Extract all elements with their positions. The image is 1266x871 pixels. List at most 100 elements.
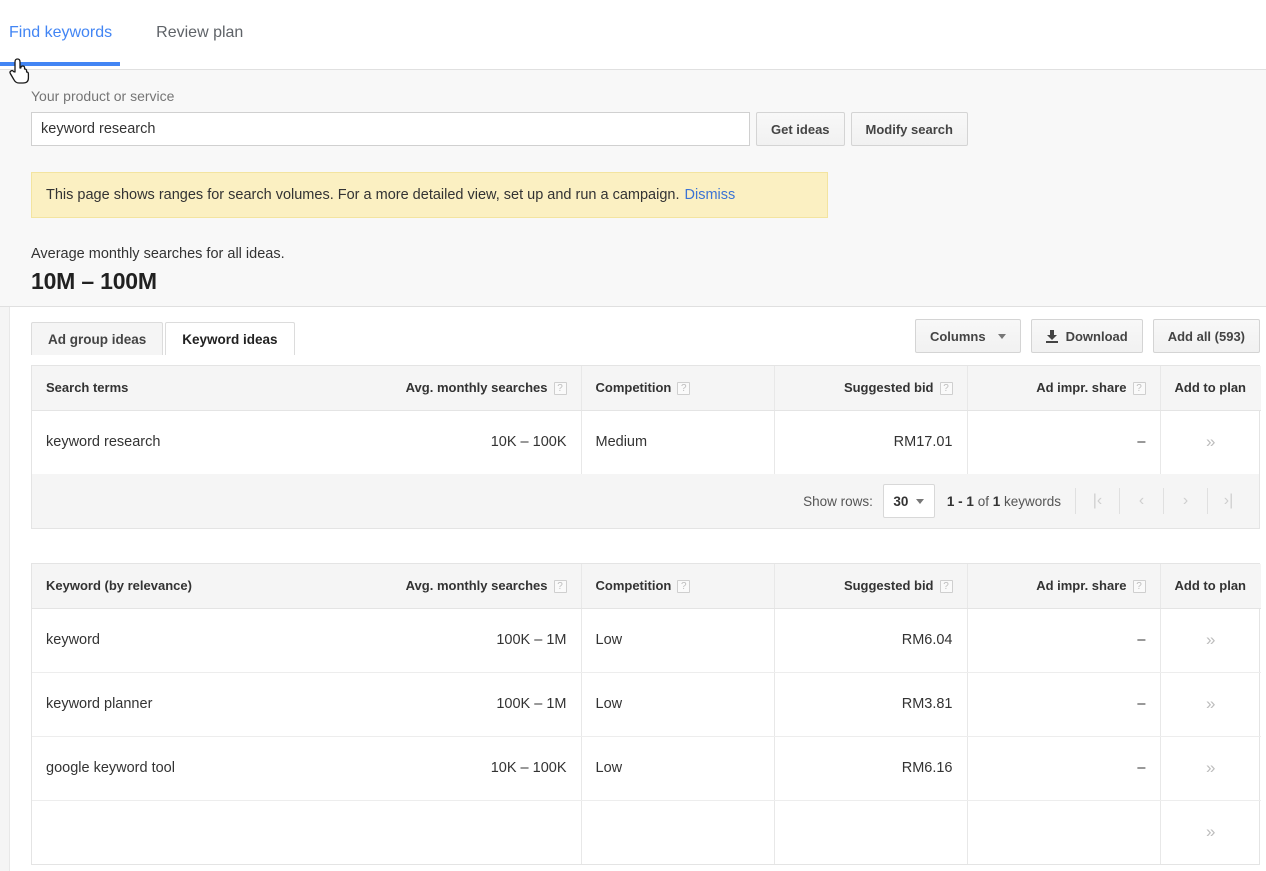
columns-button[interactable]: Columns — [914, 319, 1021, 353]
show-rows-label: Show rows: — [803, 493, 873, 509]
header-avg-monthly-searches[interactable]: Avg. monthly searches? — [388, 366, 581, 411]
get-ideas-button[interactable]: Get ideas — [756, 112, 845, 146]
range-current: 1 - 1 — [946, 493, 974, 509]
header-suggested-bid[interactable]: Suggested bid? — [773, 366, 967, 411]
product-or-service-input[interactable] — [31, 112, 750, 146]
previous-page-button[interactable]: ‹ — [1119, 488, 1163, 514]
header-avg-monthly-searches[interactable]: Avg. monthly searches? — [388, 564, 581, 609]
add-to-plan-button[interactable]: » — [1159, 608, 1261, 673]
cell-competition: Medium — [580, 410, 774, 474]
header-suggested-bid[interactable]: Suggested bid? — [773, 564, 967, 609]
summary-label: Average monthly searches for all ideas. — [31, 246, 285, 262]
header-label: Competition — [595, 380, 672, 396]
table-row[interactable]: » — [32, 800, 1261, 864]
next-page-button[interactable]: › — [1163, 488, 1207, 514]
cell-avg-monthly-searches: 100K – 1M — [388, 608, 581, 673]
summary-value: 10M – 100M — [31, 268, 157, 294]
table-header-row: Search terms Avg. monthly searches? Comp… — [32, 366, 1261, 411]
header-label: Competition — [595, 578, 672, 594]
help-icon[interactable]: ? — [1132, 382, 1146, 396]
header-search-terms[interactable]: Search terms — [32, 366, 388, 411]
table-row[interactable]: keyword research 10K – 100K Medium RM17.… — [32, 410, 1261, 474]
header-competition[interactable]: Competition? — [580, 366, 774, 411]
columns-label: Columns — [929, 328, 986, 344]
help-icon[interactable]: ? — [939, 382, 953, 396]
search-row: Get ideas Modify search — [31, 112, 1266, 146]
add-to-plan-button[interactable]: » — [1159, 410, 1261, 474]
dismiss-notice-link[interactable]: Dismiss — [685, 187, 736, 203]
tab-ad-group-ideas[interactable]: Ad group ideas — [31, 321, 164, 355]
add-to-plan-button[interactable]: » — [1159, 800, 1261, 864]
cell-suggested-bid: RM17.01 — [773, 410, 967, 474]
add-all-button[interactable]: Add all (593) — [1152, 319, 1260, 353]
chevron-down-icon — [916, 498, 925, 504]
table-row[interactable]: keyword planner 100K – 1M Low RM3.81 – » — [32, 672, 1261, 737]
cell-keyword — [32, 800, 388, 864]
header-ad-impr-share[interactable]: Ad impr. share? — [966, 366, 1160, 411]
results-toolbar: Columns Download Add all (593) — [905, 319, 1260, 355]
modify-search-button[interactable]: Modify search — [850, 112, 968, 146]
help-icon[interactable]: ? — [553, 382, 567, 396]
help-icon[interactable]: ? — [553, 580, 567, 594]
idea-tabs-and-toolbar: Ad group ideas Keyword ideas Columns Dow… — [0, 318, 1266, 355]
notice-text: This page shows ranges for search volume… — [46, 187, 680, 203]
header-label: Suggested bid — [843, 380, 934, 396]
header-add-to-plan: Add to plan — [1159, 564, 1261, 609]
cell-competition — [580, 800, 774, 864]
download-button[interactable]: Download — [1030, 319, 1143, 353]
range-suffix: keywords — [1000, 493, 1061, 509]
first-page-button[interactable]: |‹ — [1075, 488, 1119, 514]
range-mid: of — [973, 493, 993, 509]
cell-keyword: google keyword tool — [32, 736, 388, 801]
product-or-service-label: Your product or service — [31, 88, 175, 104]
download-icon — [1045, 329, 1058, 343]
cell-ad-impr-share: – — [966, 672, 1160, 737]
top-navigation-bar: Find keywords Review plan — [0, 0, 1266, 84]
cell-avg-monthly-searches: 10K – 100K — [388, 736, 581, 801]
keyword-ideas-table: Keyword (by relevance) Avg. monthly sear… — [31, 563, 1261, 865]
download-label: Download — [1065, 328, 1128, 344]
add-to-plan-button[interactable]: » — [1159, 672, 1261, 737]
cell-keyword: keyword — [32, 608, 388, 673]
rows-per-page-select[interactable]: 30 — [882, 484, 935, 518]
cell-competition: Low — [580, 672, 774, 737]
tab-find-keywords[interactable]: Find keywords — [9, 0, 128, 42]
help-icon[interactable]: ? — [677, 382, 691, 396]
cell-avg-monthly-searches: 100K – 1M — [388, 672, 581, 737]
header-label: Suggested bid — [843, 578, 934, 594]
average-searches-summary: Average monthly searches for all ideas. … — [31, 246, 1266, 295]
table-header-row: Keyword (by relevance) Avg. monthly sear… — [32, 564, 1261, 609]
header-ad-impr-share[interactable]: Ad impr. share? — [966, 564, 1160, 609]
help-icon[interactable]: ? — [1132, 580, 1146, 594]
mouse-cursor-pointing-hand — [9, 58, 30, 84]
cell-ad-impr-share: – — [966, 608, 1160, 673]
cell-keyword: keyword planner — [32, 672, 388, 737]
cell-suggested-bid — [773, 800, 967, 864]
cell-ad-impr-share: – — [966, 736, 1160, 801]
cell-suggested-bid: RM3.81 — [773, 672, 967, 737]
table-row[interactable]: keyword 100K – 1M Low RM6.04 – » — [32, 608, 1261, 673]
tab-keyword-ideas[interactable]: Keyword ideas — [165, 321, 295, 355]
keyword-rows: keyword 100K – 1M Low RM6.04 – » keyword… — [32, 608, 1261, 864]
search-panel: Your product or service Get ideas Modify… — [0, 70, 1266, 307]
result-range-text: 1 - 1 of 1 keywords — [947, 494, 1061, 509]
header-label: Avg. monthly searches — [405, 578, 548, 594]
help-icon[interactable]: ? — [677, 580, 691, 594]
pagination-bar: Show rows: 30 1 - 1 of 1 keywords |‹ ‹ ›… — [31, 474, 1260, 529]
last-page-button[interactable]: ›| — [1207, 488, 1251, 514]
cell-competition: Low — [580, 608, 774, 673]
top-tab-list: Find keywords Review plan — [0, 0, 1266, 42]
cell-suggested-bid: RM6.16 — [773, 736, 967, 801]
help-icon[interactable]: ? — [939, 580, 953, 594]
cell-avg-monthly-searches: 10K – 100K — [490, 434, 567, 451]
tab-review-plan[interactable]: Review plan — [156, 0, 259, 42]
header-label: Ad impr. share — [1036, 380, 1127, 396]
header-add-to-plan: Add to plan — [1159, 366, 1261, 411]
cell-avg-monthly-searches — [388, 800, 581, 864]
add-to-plan-button[interactable]: » — [1159, 736, 1261, 801]
header-competition[interactable]: Competition? — [580, 564, 774, 609]
rows-per-page-value: 30 — [893, 493, 909, 509]
table-row[interactable]: google keyword tool 10K – 100K Low RM6.1… — [32, 736, 1261, 801]
header-keyword-by-relevance[interactable]: Keyword (by relevance) — [32, 564, 388, 609]
left-gutter — [0, 307, 10, 871]
